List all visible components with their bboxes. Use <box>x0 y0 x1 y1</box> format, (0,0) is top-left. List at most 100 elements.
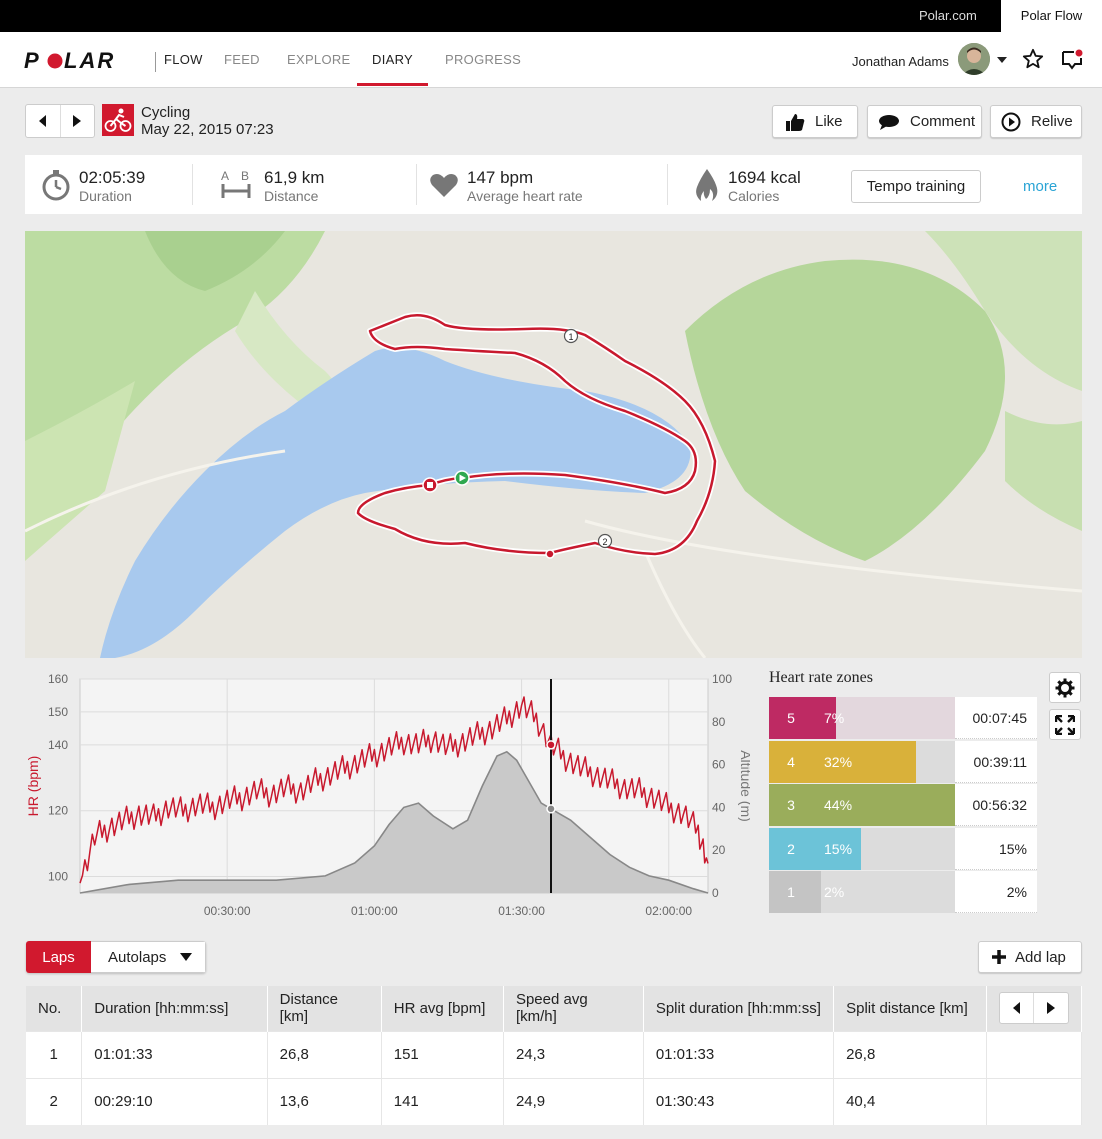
y-left-tick-label: 160 <box>48 672 68 686</box>
map-marker-2[interactable]: 2 <box>597 533 613 549</box>
zone-percent: 32% <box>824 753 853 770</box>
polar-flow-tab[interactable]: Polar Flow <box>1001 0 1102 32</box>
add-lap-button[interactable]: Add lap <box>978 941 1082 973</box>
autolaps-dropdown[interactable]: Autolaps <box>91 941 206 973</box>
column-header[interactable]: Split distance [km] <box>833 986 987 1031</box>
route-map[interactable]: 1 2 <box>25 231 1082 658</box>
autolaps-label: Autolaps <box>108 948 167 966</box>
nav-explore[interactable]: EXPLORE <box>287 32 351 88</box>
svg-text:P: P <box>24 50 41 72</box>
summary-bar: 02:05:39 Duration AB 61,9 km Distance 14… <box>25 155 1082 214</box>
top-strip: Polar.com Polar Flow <box>0 0 1102 32</box>
gear-icon <box>1055 678 1075 697</box>
y-right-axis-label: Altitude (m) <box>738 750 750 822</box>
route-stop-icon[interactable] <box>422 477 438 493</box>
table-cell <box>986 1077 1083 1125</box>
table-cell: 01:01:33 <box>643 1030 835 1078</box>
next-session-button[interactable] <box>59 105 95 137</box>
table-next-button[interactable] <box>1033 993 1068 1024</box>
calories-value: 1694 kcal <box>728 168 801 187</box>
nav-diary[interactable]: DIARY <box>357 32 428 88</box>
summary-divider <box>416 164 417 205</box>
summary-distance: AB 61,9 km Distance <box>215 155 425 214</box>
table-cell: 24,3 <box>503 1030 644 1078</box>
hr-cursor-point <box>546 740 556 750</box>
summary-divider <box>192 164 193 205</box>
laps-tab[interactable]: Laps <box>26 941 91 973</box>
logo-separator <box>155 52 156 72</box>
y-right-tick-label: 0 <box>712 886 719 900</box>
zone-percent: 44% <box>824 797 853 813</box>
nav-feed[interactable]: FEED <box>224 32 260 88</box>
map-position-marker <box>545 549 555 559</box>
duration-value: 02:05:39 <box>79 168 146 187</box>
expand-chart-button[interactable] <box>1049 709 1081 740</box>
more-link[interactable]: more <box>1023 178 1057 195</box>
chart-settings-button[interactable] <box>1049 672 1081 703</box>
table-cell: 40,4 <box>833 1077 987 1125</box>
thumbs-up-icon <box>786 113 805 131</box>
training-type-button[interactable]: Tempo training <box>851 170 981 203</box>
nav-flow[interactable]: FLOW <box>164 32 203 88</box>
column-header[interactable]: Split duration [hh:mm:ss] <box>643 986 835 1031</box>
heart-icon <box>430 174 458 197</box>
chevron-down-icon[interactable] <box>996 56 1008 64</box>
play-circle-icon <box>1001 112 1021 131</box>
zone-percent: 7% <box>824 710 845 726</box>
nav-progress[interactable]: PROGRESS <box>445 32 521 88</box>
heart-rate-label: Average heart rate <box>467 188 583 204</box>
polar-com-link[interactable]: Polar.com <box>919 0 977 32</box>
table-pager <box>998 992 1069 1025</box>
zone-number: 2 <box>769 827 813 870</box>
y-right-tick-label: 40 <box>712 800 726 814</box>
svg-text:A: A <box>221 169 229 183</box>
map-marker-1[interactable]: 1 <box>563 328 579 344</box>
star-icon[interactable] <box>1022 48 1044 70</box>
zone-number: 4 <box>769 740 813 783</box>
table-cell <box>986 1030 1083 1078</box>
y-left-tick-label: 140 <box>48 738 68 752</box>
previous-session-button[interactable] <box>26 105 60 137</box>
table-pager-cell <box>986 986 1083 1031</box>
column-header[interactable]: No. <box>26 986 83 1031</box>
avatar[interactable] <box>958 43 990 75</box>
distance-icon: AB <box>221 169 251 198</box>
notification-icon[interactable] <box>1060 48 1084 72</box>
polar-logo[interactable]: P LAR <box>24 50 146 72</box>
table-cell: 2 <box>26 1077 83 1125</box>
y-left-axis-label: HR (bpm) <box>25 756 41 817</box>
chevron-left-icon <box>1012 1002 1020 1015</box>
route-start-icon[interactable] <box>454 470 470 486</box>
zone-time: 00:07:45 <box>955 697 1037 739</box>
column-header[interactable]: Duration [hh:mm:ss] <box>81 986 268 1031</box>
comment-button[interactable]: Comment <box>867 105 982 138</box>
column-header[interactable]: Speed avg [km/h] <box>503 986 644 1031</box>
table-cell: 01:30:43 <box>643 1077 835 1125</box>
table-row[interactable]: 1 01:01:33 26,8 151 24,3 01:01:33 26,8 <box>26 1030 1083 1078</box>
chart-svg: 100 120 140 150 160 0 20 40 60 80 100 00:30:00 01:00… <box>25 672 754 918</box>
map-marker-2-label: 2 <box>602 537 607 547</box>
zone-percent: 2% <box>824 884 845 900</box>
hr-altitude-chart[interactable]: 100 120 140 150 160 0 20 40 60 80 100 00:30:00 01:00… <box>20 666 754 926</box>
user-name[interactable]: Jonathan Adams <box>852 54 949 69</box>
like-button[interactable]: Like <box>772 105 858 138</box>
table-cell: 26,8 <box>267 1030 382 1078</box>
table-cell: 00:29:10 <box>81 1077 268 1125</box>
like-label: Like <box>815 113 843 130</box>
table-previous-button[interactable] <box>1000 993 1034 1023</box>
column-header[interactable]: Distance [km] <box>267 986 382 1031</box>
y-left-tick-label: 150 <box>48 705 68 719</box>
svg-text:LAR: LAR <box>64 50 115 72</box>
cycling-icon <box>102 104 134 136</box>
table-row[interactable]: 2 00:29:10 13,6 141 24,9 01:30:43 40,4 <box>26 1077 1083 1125</box>
zone-time: 00:56:32 <box>955 784 1037 826</box>
zone-number: 3 <box>769 784 813 826</box>
table-cell: 1 <box>26 1030 83 1078</box>
session-pager <box>25 104 95 138</box>
expand-icon <box>1055 714 1075 735</box>
laps-toggle: Laps Autolaps <box>26 941 206 973</box>
zones-title: Heart rate zones <box>769 669 873 686</box>
column-header[interactable]: HR avg [bpm] <box>381 986 504 1031</box>
add-lap-label: Add lap <box>1015 948 1066 966</box>
relive-button[interactable]: Relive <box>990 105 1082 138</box>
